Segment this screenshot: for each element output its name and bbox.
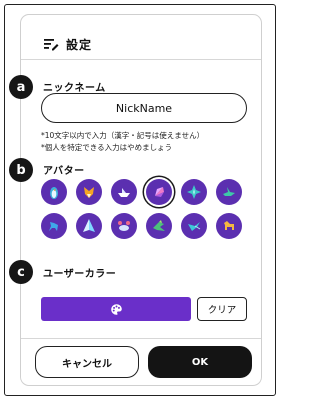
star-icon	[187, 185, 201, 199]
avatar-grid	[41, 179, 251, 239]
boat-icon	[118, 188, 130, 197]
pyramid-icon	[83, 219, 95, 232]
avatar-label: アバター	[43, 166, 85, 177]
fox-icon	[84, 187, 94, 198]
avatar-option-star[interactable]	[181, 179, 207, 205]
avatar-option-hummingbird[interactable]	[181, 213, 207, 239]
section-badge-a: a	[9, 75, 33, 99]
dog-icon	[224, 221, 234, 230]
avatar-option-bird[interactable]	[146, 213, 172, 239]
user-color-picker-button[interactable]	[41, 297, 191, 321]
palette-icon	[110, 303, 122, 315]
dialog-header: 設定	[43, 29, 92, 59]
avatar-option-horse[interactable]	[41, 213, 67, 239]
nickname-label: ニックネーム	[43, 83, 106, 94]
crystal-icon	[155, 187, 164, 197]
section-badge-b: b	[9, 158, 33, 182]
avatar-option-crab[interactable]	[111, 213, 137, 239]
user-color-label: ユーザーカラー	[43, 269, 117, 280]
section-badge-c: c	[9, 260, 33, 284]
crab-icon	[118, 221, 130, 231]
nickname-input[interactable]: NickName	[41, 93, 247, 123]
settings-edit-icon	[44, 39, 59, 51]
dialog-title: 設定	[66, 37, 93, 52]
avatar-option-crystal[interactable]	[146, 179, 172, 205]
penguin-icon	[50, 187, 58, 199]
avatar-option-crane[interactable]	[216, 179, 242, 205]
ok-button[interactable]: OK	[148, 346, 252, 378]
cancel-button[interactable]: キャンセル	[35, 346, 139, 378]
avatar-option-penguin[interactable]	[41, 179, 67, 205]
nickname-note-1: *10文字以内で入力（漢字・記号は使えません）	[41, 131, 205, 140]
hummingbird-icon	[188, 222, 201, 231]
settings-dialog: 設定 a ニックネーム NickName *10文字以内で入力（漢字・記号は使え…	[9, 14, 262, 386]
avatar-option-fox[interactable]	[76, 179, 102, 205]
clear-color-button[interactable]: クリア	[197, 297, 247, 321]
bird-icon	[153, 220, 165, 231]
footer-divider	[21, 338, 261, 339]
crane-icon	[223, 187, 235, 196]
avatar-option-boat[interactable]	[111, 179, 137, 205]
avatar-option-dog[interactable]	[216, 213, 242, 239]
avatar-option-pyramid[interactable]	[76, 213, 102, 239]
header-divider	[21, 59, 261, 60]
horse-icon	[49, 222, 58, 231]
nickname-note-2: *個人を特定できる入力はやめましょう	[41, 143, 173, 152]
